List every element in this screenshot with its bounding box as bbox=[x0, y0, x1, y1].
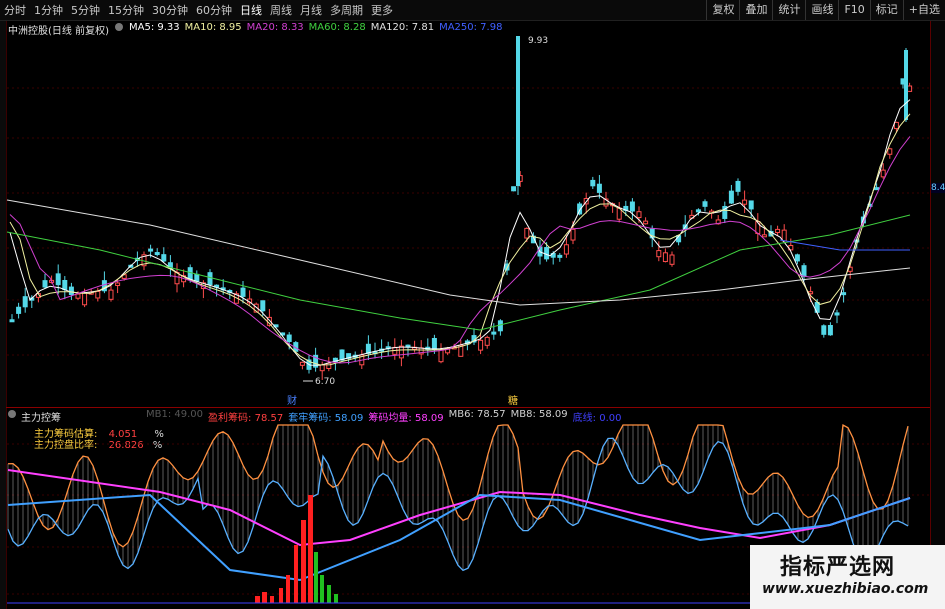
candle-body bbox=[590, 179, 596, 187]
candle-body bbox=[55, 273, 61, 286]
candle-body bbox=[761, 234, 767, 238]
volume-bar bbox=[308, 495, 313, 603]
ma120-line bbox=[6, 199, 911, 306]
candle-body bbox=[748, 200, 754, 210]
candle-body bbox=[880, 169, 886, 178]
candle-body bbox=[511, 186, 517, 192]
volume-bar bbox=[334, 594, 338, 603]
candle-body bbox=[339, 349, 345, 361]
volume-bar bbox=[327, 585, 331, 603]
candle-body bbox=[643, 220, 649, 225]
candle-body bbox=[557, 254, 563, 258]
candle-body bbox=[596, 183, 602, 193]
watermark-text: 指标严选网 bbox=[780, 555, 896, 580]
candle-body bbox=[544, 247, 550, 260]
ma20-line bbox=[9, 136, 911, 364]
candle-body bbox=[438, 349, 444, 363]
candle-body bbox=[478, 339, 484, 351]
candle-body bbox=[841, 292, 847, 296]
candle-body bbox=[497, 320, 503, 332]
candle-body bbox=[431, 337, 437, 350]
candle-body bbox=[629, 201, 635, 212]
volume-bar bbox=[301, 520, 306, 603]
candle-body bbox=[62, 279, 68, 291]
ma250-line bbox=[779, 239, 910, 251]
candlestick-chart[interactable]: 9.93 6.70 财 糖 bbox=[0, 0, 945, 609]
watermark-url: www.xuezhibiao.com bbox=[762, 581, 929, 597]
volume-bar bbox=[314, 552, 318, 603]
event-marker-left: 财 bbox=[287, 394, 297, 407]
candle-body bbox=[662, 252, 668, 263]
candle-body bbox=[524, 227, 530, 239]
ma60-line bbox=[6, 214, 911, 331]
volume-bar bbox=[255, 596, 260, 603]
candle-body bbox=[207, 272, 213, 286]
candle-body bbox=[742, 199, 748, 205]
volume-bar bbox=[262, 592, 267, 603]
candle-body bbox=[194, 273, 200, 282]
candle-body bbox=[781, 229, 787, 242]
candle-body bbox=[115, 282, 121, 286]
candle-body bbox=[82, 292, 88, 306]
candle-body bbox=[42, 280, 48, 288]
candle-body bbox=[834, 312, 840, 316]
candle-body bbox=[240, 287, 246, 297]
candle-body bbox=[95, 290, 101, 299]
candle-body bbox=[893, 121, 899, 130]
candle-body bbox=[827, 325, 833, 336]
candle-body bbox=[656, 250, 662, 258]
candle-body bbox=[907, 85, 913, 92]
high-price-label: 9.93 bbox=[528, 36, 548, 46]
volume-bar bbox=[294, 545, 298, 603]
candle-body bbox=[484, 336, 490, 346]
candle-body bbox=[398, 345, 404, 359]
candle-body bbox=[16, 306, 22, 314]
candle-body bbox=[636, 211, 642, 219]
ma5-line bbox=[9, 99, 911, 366]
candle-body bbox=[9, 319, 15, 323]
candle-body bbox=[728, 190, 734, 204]
candle-body bbox=[702, 201, 708, 207]
candle-body bbox=[669, 254, 675, 265]
candle-body bbox=[570, 228, 576, 241]
volume-bar bbox=[286, 575, 290, 603]
spike-candle bbox=[516, 36, 520, 186]
candle-body bbox=[775, 228, 781, 234]
event-marker-right: 糖 bbox=[508, 394, 518, 407]
candle-body bbox=[75, 293, 81, 299]
candle-body bbox=[874, 187, 880, 191]
candle-body bbox=[161, 254, 167, 262]
candle-body bbox=[801, 265, 807, 277]
candle-body bbox=[563, 244, 569, 255]
candle-body bbox=[148, 248, 154, 252]
candle-body bbox=[735, 180, 741, 192]
volume-bar bbox=[279, 588, 283, 603]
candle-body bbox=[326, 362, 332, 370]
candle-body bbox=[108, 289, 114, 300]
low-price-label: 6.70 bbox=[315, 377, 335, 387]
candle-body bbox=[286, 334, 292, 343]
candle-body bbox=[887, 148, 893, 155]
candle-body bbox=[154, 252, 160, 256]
candle-body bbox=[695, 209, 701, 213]
candle-body bbox=[260, 300, 266, 312]
candle-body bbox=[821, 325, 827, 335]
candle-body bbox=[299, 361, 305, 366]
candle-body bbox=[491, 331, 497, 335]
candle-body bbox=[794, 254, 800, 262]
candle-body bbox=[319, 364, 325, 372]
volume-bar bbox=[270, 596, 274, 603]
candle-body bbox=[68, 286, 74, 296]
candle-body bbox=[365, 343, 371, 354]
last-candle bbox=[904, 50, 908, 120]
candle-body bbox=[22, 296, 28, 308]
volume-bar bbox=[320, 575, 324, 603]
